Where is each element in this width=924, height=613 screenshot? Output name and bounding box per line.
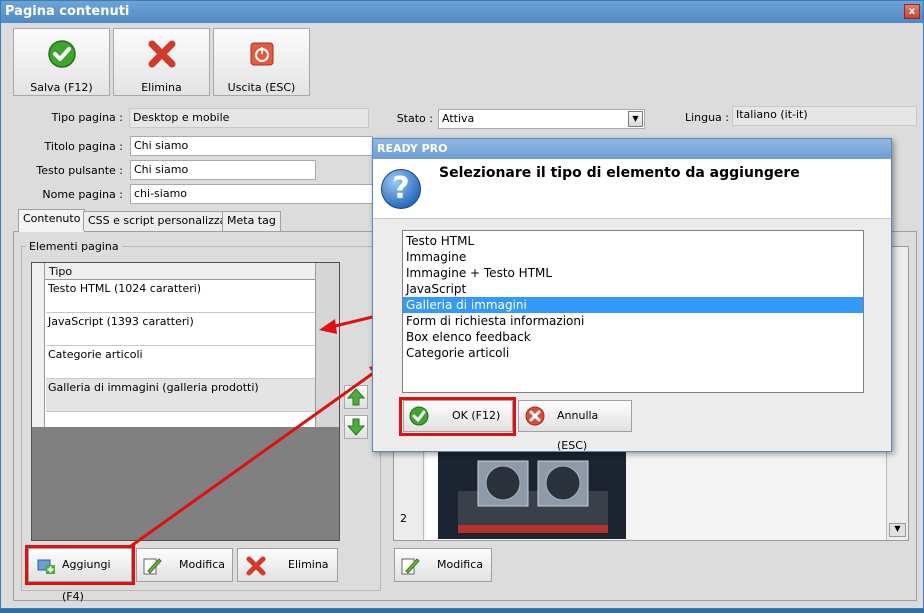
elements-grid[interactable]: Tipo Testo HTML (1024 caratteri) JavaScr… xyxy=(31,262,340,541)
preview-edit-button[interactable]: Modifica xyxy=(394,548,492,582)
window-title: Pagina contenuti xyxy=(5,4,130,19)
list-item-selected[interactable]: Galleria di immagini xyxy=(403,297,863,313)
close-icon[interactable]: x xyxy=(904,4,920,19)
add-element-button[interactable]: Aggiungi (F4) xyxy=(28,548,132,603)
dialog-message: Selezionare il tipo di elemento da aggiu… xyxy=(439,165,800,181)
table-row[interactable]: Galleria di immagini (galleria prodotti) xyxy=(46,379,315,412)
grid-scroll-area xyxy=(315,263,339,427)
language-label: Lingua : xyxy=(684,111,729,124)
red-x-icon xyxy=(246,556,266,576)
exit-button[interactable]: Uscita (ESC) xyxy=(213,28,310,96)
save-button[interactable]: Salva (F12) xyxy=(13,28,110,96)
row-indicator-header xyxy=(32,263,45,280)
elements-group-label: Elementi pagina xyxy=(26,240,122,253)
row-indicator-column xyxy=(32,280,45,427)
preview-row-number: 2 xyxy=(400,512,407,525)
list-item[interactable]: Categorie articoli xyxy=(403,345,863,361)
list-item[interactable]: Immagine xyxy=(403,249,863,265)
delete-button-label: Elimina xyxy=(141,81,182,94)
dialog-title: READY PRO xyxy=(373,139,891,159)
delete-record-button[interactable]: Elimina xyxy=(113,28,210,96)
title-input[interactable]: Chi siamo xyxy=(130,136,373,156)
table-row[interactable]: Testo HTML (1024 caratteri) xyxy=(46,280,315,313)
red-x-icon xyxy=(148,40,176,68)
delete-element-button[interactable]: Elimina xyxy=(237,548,338,582)
window-titlebar: Pagina contenuti x xyxy=(1,1,923,23)
page-type-field: Desktop e mobile xyxy=(129,108,369,128)
check-icon xyxy=(48,40,76,68)
grid-header: Tipo xyxy=(32,263,315,280)
page-type-label: Tipo pagina : xyxy=(51,111,123,124)
list-item[interactable]: Testo HTML xyxy=(403,233,863,249)
page-name-input[interactable]: chi-siamo xyxy=(130,184,373,204)
add-button-label: Aggiungi (F4) xyxy=(62,558,111,603)
title-label: Titolo pagina : xyxy=(44,140,123,153)
list-item[interactable]: Box elenco feedback xyxy=(403,329,863,345)
page-name-label: Nome pagina : xyxy=(42,188,123,201)
exit-button-label: Uscita (ESC) xyxy=(227,81,296,94)
grid-body: Tipo Testo HTML (1024 caratteri) JavaScr… xyxy=(32,263,315,427)
power-icon xyxy=(250,42,274,66)
list-item[interactable]: JavaScript xyxy=(403,281,863,297)
main-window: Pagina contenuti x Salva (F12) Elimina U… xyxy=(0,0,924,609)
cancel-button[interactable]: Annulla (ESC) xyxy=(518,400,632,452)
question-icon: ? xyxy=(381,169,421,209)
state-value: Attiva xyxy=(442,112,475,125)
move-down-button[interactable] xyxy=(344,415,368,439)
save-button-label: Salva (F12) xyxy=(30,81,93,94)
arrow-down-icon xyxy=(346,418,366,436)
move-up-button[interactable] xyxy=(344,385,368,409)
delete-element-label: Elimina xyxy=(288,558,329,571)
chevron-down-icon[interactable]: ▼ xyxy=(889,523,906,537)
button-text-input[interactable]: Chi siamo xyxy=(130,160,316,180)
state-select[interactable]: Attiva ▼ xyxy=(438,109,645,129)
column-header-tipo: Tipo xyxy=(49,265,73,278)
chevron-down-icon[interactable]: ▼ xyxy=(628,111,643,127)
check-icon xyxy=(409,406,429,426)
dialog-header: ? Selezionare il tipo di elemento da agg… xyxy=(373,159,891,219)
tab-contenuto[interactable]: Contenuto xyxy=(18,209,86,232)
preview-edit-label: Modifica xyxy=(437,558,483,571)
tab-meta-tag[interactable]: Meta tag xyxy=(222,211,281,231)
element-type-dialog: READY PRO ? Selezionare il tipo di eleme… xyxy=(372,138,892,452)
table-row[interactable]: JavaScript (1393 caratteri) xyxy=(46,313,315,346)
tab-css-script[interactable]: CSS e script personalizzati xyxy=(83,211,239,231)
ok-button-label: OK (F12) xyxy=(452,409,501,422)
state-label: Stato : xyxy=(396,112,433,125)
cancel-icon xyxy=(525,406,545,426)
add-icon xyxy=(37,559,55,574)
ok-button[interactable]: OK (F12) xyxy=(403,400,513,432)
language-field: Italiano (it-it) xyxy=(732,106,917,126)
edit-element-button[interactable]: Modifica xyxy=(136,548,233,582)
list-item[interactable]: Form di richiesta informazioni xyxy=(403,313,863,329)
list-item[interactable]: Immagine + Testo HTML xyxy=(403,265,863,281)
edit-icon xyxy=(143,558,162,575)
edit-icon xyxy=(401,558,420,575)
table-row[interactable]: Categorie articoli xyxy=(46,346,315,379)
product-image xyxy=(438,451,626,539)
arrow-up-icon xyxy=(346,388,366,406)
button-text-label: Testo pulsante : xyxy=(36,164,123,177)
cancel-button-label: Annulla (ESC) xyxy=(557,409,599,452)
edit-button-label: Modifica xyxy=(179,558,225,571)
element-type-list[interactable]: Testo HTML Immagine Immagine + Testo HTM… xyxy=(402,230,864,393)
